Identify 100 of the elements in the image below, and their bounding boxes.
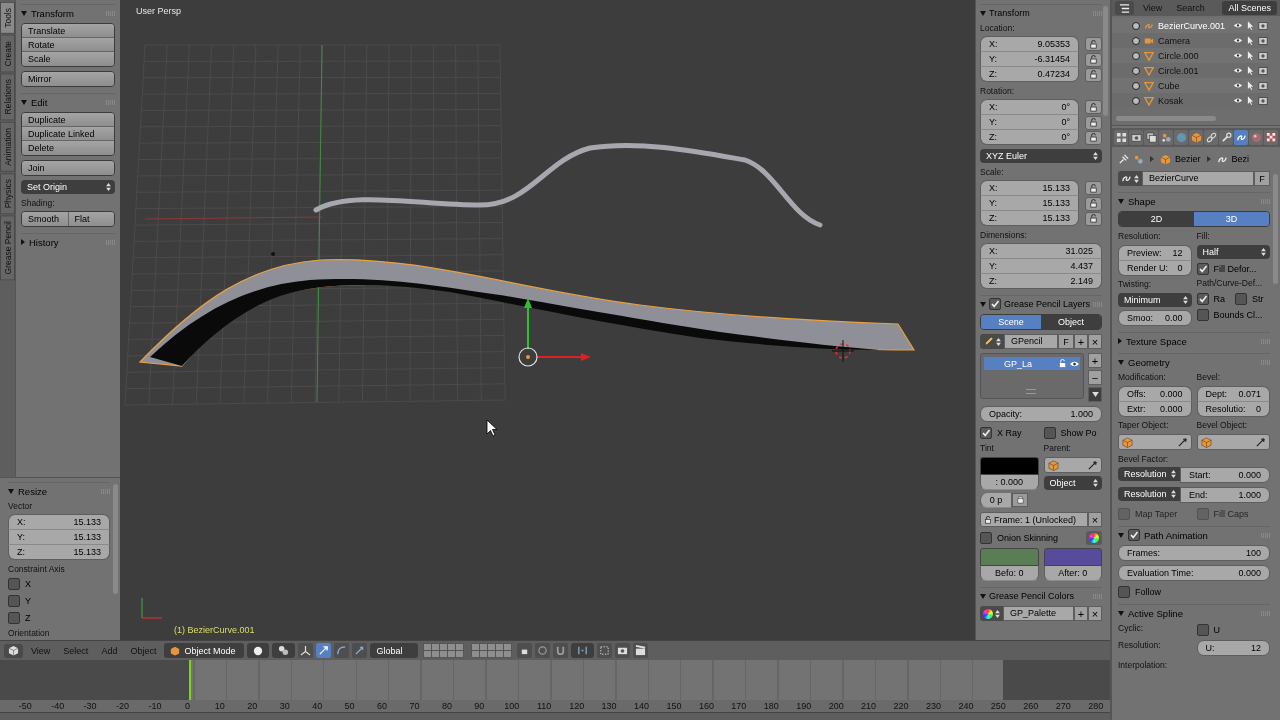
outliner-item[interactable]: Kosak [1158, 95, 1229, 106]
scrollbar[interactable] [1273, 174, 1278, 284]
checkbox-label[interactable]: Str [1252, 293, 1264, 304]
display-mode-dropdown[interactable]: All Scenes [1222, 1, 1277, 15]
rotate-toggle[interactable] [334, 643, 350, 658]
checkbox[interactable] [1196, 262, 1209, 275]
frame-ruler[interactable]: -50 -40 -30 -20 -10 0 10 20 30 40 50 60 70 80 90 100 110 120 130 140 150 160 170 180 190 200 210 220 230 240 250 260 270 280 [0, 700, 1110, 712]
shading-dropdown[interactable] [247, 643, 270, 658]
number-field[interactable]: Y: 15.133 [980, 196, 1079, 211]
remove-button[interactable]: × [1088, 512, 1102, 527]
lock-button[interactable] [1085, 52, 1102, 67]
camera-icon[interactable] [1258, 35, 1268, 46]
snap-element-dropdown[interactable] [571, 643, 595, 658]
fake-user-button[interactable]: F [1058, 334, 1074, 349]
tool-button[interactable]: Delete [22, 141, 114, 155]
camera-icon[interactable] [1258, 80, 1268, 91]
number-field[interactable]: Y: 15.133 [8, 530, 110, 545]
scrollbar[interactable] [1103, 6, 1108, 116]
eye-icon[interactable] [1233, 97, 1243, 104]
checkbox[interactable] [1043, 426, 1056, 439]
properties-tab[interactable] [1249, 130, 1263, 145]
properties-tab[interactable] [1264, 130, 1278, 145]
panel-title[interactable]: Edit [31, 96, 102, 108]
pivot-dropdown[interactable] [272, 643, 296, 658]
panel-title[interactable]: Path Animation [1144, 529, 1257, 541]
number-field[interactable]: Frames: 100 [1118, 545, 1270, 561]
panel-title[interactable]: Geometry [1128, 356, 1257, 368]
properties-tab[interactable] [1234, 130, 1248, 145]
fake-user-button[interactable]: F [1254, 171, 1270, 186]
properties-tab[interactable] [1159, 130, 1173, 145]
panel-title[interactable]: Resize [18, 485, 97, 497]
properties-tab[interactable] [1144, 130, 1158, 145]
checkbox-label[interactable]: Z [25, 612, 31, 623]
disclosure-triangle-icon[interactable] [1118, 338, 1122, 344]
properties-tab[interactable] [1219, 130, 1233, 145]
properties-tab[interactable] [1204, 130, 1218, 145]
number-field[interactable]: Render U: 0 [1118, 261, 1192, 276]
number-field[interactable]: X: 15.133 [980, 180, 1079, 196]
datablock-action-button[interactable]: + [1074, 334, 1088, 349]
lock-button[interactable] [1085, 37, 1102, 51]
dropdown[interactable]: Half [1196, 245, 1270, 259]
lock-button[interactable] [1085, 100, 1102, 114]
lock-button[interactable] [1085, 115, 1102, 130]
color-swatch[interactable] [980, 457, 1039, 475]
scrollbar[interactable] [1116, 116, 1216, 121]
checkbox[interactable] [1128, 529, 1140, 541]
panel-title[interactable]: Texture Space [1126, 335, 1257, 347]
number-field[interactable]: Opacity: 1.000 [980, 406, 1102, 422]
checkbox-label[interactable]: X Ray [997, 427, 1022, 438]
icon-button[interactable] [1012, 493, 1028, 507]
checkbox[interactable] [8, 611, 20, 624]
render-button[interactable] [615, 643, 631, 658]
tool-button[interactable]: Duplicate [22, 113, 114, 127]
eye-icon[interactable] [1069, 359, 1080, 368]
layer-item[interactable]: GP_La [984, 357, 1080, 370]
number-field[interactable]: Y: -6.31454 [980, 52, 1079, 67]
disclosure-triangle-icon[interactable] [980, 10, 986, 16]
frame-lock-field[interactable]: Frame: 1 (Unlocked) [980, 512, 1088, 527]
list-action-button[interactable]: − [1088, 370, 1102, 385]
scale-toggle[interactable] [352, 643, 368, 658]
number-field[interactable]: End: 1.000 [1180, 487, 1270, 503]
eye-icon[interactable] [1233, 52, 1243, 59]
number-field[interactable]: X: 0° [980, 99, 1079, 115]
number-field[interactable]: Start: 0.000 [1180, 467, 1270, 483]
checkbox-label[interactable]: Onion Skinning [997, 532, 1081, 543]
panel-title[interactable]: History [29, 236, 102, 248]
tool-button[interactable]: Mirror [22, 72, 114, 86]
datablock-name-field[interactable]: GP_Palette [1003, 606, 1074, 621]
panel-title[interactable]: Transform [31, 7, 102, 19]
checkbox-label[interactable]: X [25, 578, 31, 589]
checkbox-label[interactable]: Bounds Cl... [1213, 309, 1263, 320]
panel-title[interactable]: Grease Pencil Layers [1004, 299, 1091, 309]
scrollbar[interactable] [113, 484, 118, 594]
panel-title[interactable]: Shape [1128, 195, 1257, 207]
eyedropper-icon[interactable] [1087, 459, 1098, 471]
lock-button[interactable] [1085, 181, 1102, 195]
checkbox-label[interactable]: Ra [1213, 293, 1225, 304]
camera-icon[interactable] [1258, 20, 1268, 31]
list-action-button[interactable]: + [1088, 353, 1102, 368]
checkbox[interactable] [980, 426, 992, 439]
datablock-name-field[interactable]: GPencil [1004, 334, 1058, 349]
number-field[interactable]: Extr: 0.000 [1118, 402, 1192, 417]
color-swatch[interactable] [980, 548, 1039, 566]
dropdown[interactable]: Resolution [1118, 467, 1180, 481]
eyedropper-icon[interactable] [1255, 436, 1266, 448]
lock-button[interactable] [1085, 67, 1102, 82]
lock-button[interactable] [1085, 196, 1102, 211]
checkbox-label[interactable]: U [1213, 624, 1220, 635]
number-field[interactable]: Resolutio: 0 [1196, 402, 1270, 417]
number-field[interactable]: 0 p [980, 493, 1012, 508]
properties-tab[interactable] [1189, 130, 1203, 145]
panel-title[interactable]: Grease Pencil Colors [989, 591, 1090, 601]
panel-title[interactable]: Active Spline [1128, 607, 1257, 619]
translate-toggle[interactable] [316, 643, 332, 658]
camera-icon[interactable] [1258, 65, 1268, 76]
resize-grip-icon[interactable] [1026, 389, 1036, 394]
browse-button[interactable] [980, 606, 1003, 621]
number-field[interactable]: Z: 15.133 [980, 211, 1079, 226]
number-field[interactable]: After: 0 [1043, 566, 1102, 581]
render-animation-button[interactable] [633, 643, 649, 658]
